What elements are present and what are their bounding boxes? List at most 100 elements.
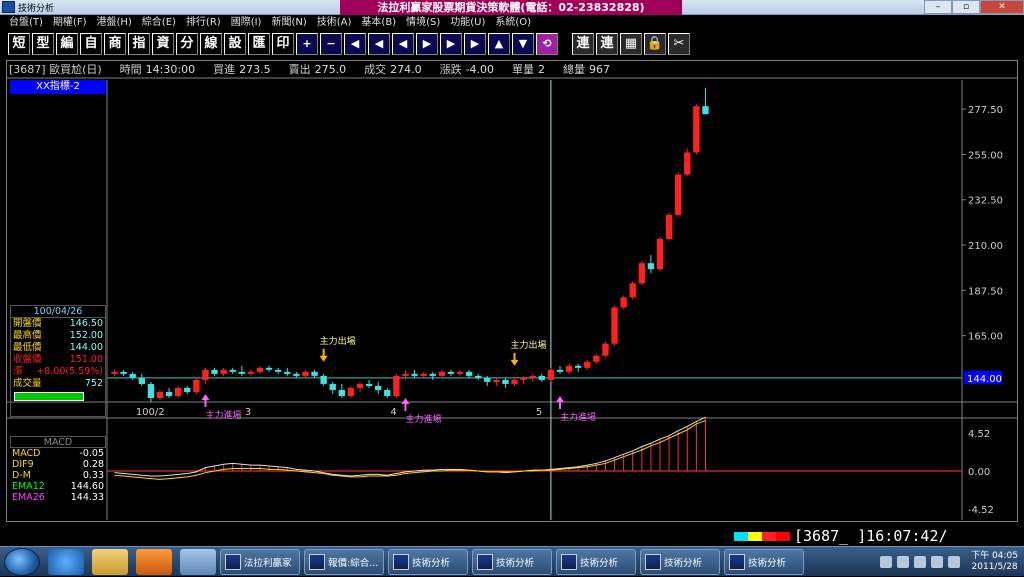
tray-language-icon[interactable] — [880, 556, 893, 568]
minimize-button[interactable]: – — [924, 0, 952, 14]
candle-body — [320, 375, 327, 384]
price-tick-label: 187.50 — [968, 286, 1003, 297]
toolbar-button-5[interactable]: 指 — [128, 33, 150, 55]
menu-item-4[interactable]: 排行(R) — [181, 15, 226, 31]
candle-body — [447, 371, 455, 374]
candle-body — [211, 369, 218, 374]
candle-body — [184, 387, 191, 392]
toolbar-tool-button-3[interactable]: 🔒 — [644, 33, 666, 55]
taskbar-task-button[interactable]: 報價:綜合... — [304, 548, 384, 575]
status-swatch — [734, 531, 748, 541]
toolbar-tool-button-1[interactable]: 連 — [596, 33, 618, 55]
annotation-label: 主力出場 — [511, 339, 547, 351]
toolbar-button-8[interactable]: 線 — [200, 33, 222, 55]
toolbar-button-7[interactable]: 分 — [176, 33, 198, 55]
toolbar-tool-button-4[interactable]: ✂ — [668, 33, 690, 55]
menu-item-7[interactable]: 技術(A) — [312, 15, 357, 31]
clock-date: 2011/5/28 — [971, 562, 1018, 572]
toolbar-nav-button-2[interactable]: ◀ — [344, 33, 366, 55]
tray-flag-icon[interactable] — [914, 556, 927, 568]
task-label: 技術分析 — [748, 557, 787, 569]
toolbar-button-10[interactable]: 匯 — [248, 33, 270, 55]
taskbar-task-button[interactable]: 技術分析 — [388, 548, 468, 575]
taskbar-task-button[interactable]: 技術分析 — [472, 548, 552, 575]
indicator-selector[interactable]: XX指標-2 — [10, 80, 106, 94]
menu-item-8[interactable]: 基本(B) — [356, 15, 401, 31]
menu-item-6[interactable]: 新聞(N) — [266, 15, 311, 31]
candle-body — [111, 371, 118, 374]
menu-item-5[interactable]: 國際(I) — [226, 15, 267, 31]
clock[interactable]: 下午 04:05 2011/5/28 — [971, 551, 1018, 573]
task-app-icon — [645, 553, 661, 570]
entry-arrow-icon — [201, 394, 210, 407]
toolbar-nav-button-0[interactable]: + — [296, 33, 318, 55]
internet-explorer-icon[interactable] — [48, 548, 84, 575]
toolbar-nav-button-4[interactable]: ◀ — [392, 33, 414, 55]
taskbar-task-button[interactable]: 技術分析 — [640, 548, 720, 575]
candle-body — [256, 367, 264, 372]
taskbar-task-button[interactable]: 技術分析 — [556, 548, 636, 575]
toolbar-tool-button-0[interactable]: 連 — [572, 33, 594, 55]
toolbar-button-1[interactable]: 型 — [32, 33, 54, 55]
toolbar-nav-button-1[interactable]: − — [320, 33, 342, 55]
data-row-value: 152.00 — [69, 330, 103, 341]
macd-tick-label: 0.00 — [968, 467, 990, 478]
candle-body — [165, 391, 173, 397]
data-row-label: 成交量 — [13, 378, 42, 389]
toolbar-nav-button-8[interactable]: ▲ — [488, 33, 510, 55]
menu-item-2[interactable]: 港盤(H) — [91, 15, 136, 31]
taskbar-task-button[interactable]: 技術分析 — [724, 548, 804, 575]
toolbar-nav-button-3[interactable]: ◀ — [368, 33, 390, 55]
toolbar-button-9[interactable]: 設 — [224, 33, 246, 55]
task-app-icon — [225, 553, 241, 570]
candle-body — [493, 379, 500, 382]
app-pinned-icon[interactable] — [180, 548, 216, 575]
status-strip: [3687_ ]16:07:42/ — [734, 527, 1024, 545]
app-icon[interactable] — [2, 1, 15, 13]
toolbar-nav-button-5[interactable]: ▶ — [416, 33, 438, 55]
close-button[interactable]: ✕ — [980, 0, 1024, 14]
menu-item-3[interactable]: 綜合(E) — [137, 15, 181, 31]
menu-item-11[interactable]: 系統(O) — [490, 15, 536, 31]
toolbar-button-0[interactable]: 短 — [8, 33, 30, 55]
window-title: 技術分析 — [18, 4, 55, 14]
toolbar-button-4[interactable]: 商 — [104, 33, 126, 55]
toolbar-button-2[interactable]: 編 — [56, 33, 78, 55]
macd-title: MACD — [10, 436, 106, 448]
menu-item-0[interactable]: 台盤(T) — [4, 15, 48, 31]
tray-volume-icon[interactable] — [948, 556, 961, 568]
taskbar-task-button[interactable]: 法拉利贏家 — [220, 548, 300, 575]
time-axis-label: 3 — [245, 407, 251, 418]
candle-body — [575, 365, 582, 368]
maximize-button[interactable]: ▫ — [952, 0, 980, 14]
menu-item-9[interactable]: 情境(S) — [401, 15, 445, 31]
tray-network-icon[interactable] — [931, 556, 944, 568]
toolbar-button-3[interactable]: 自 — [80, 33, 102, 55]
task-app-icon — [393, 553, 409, 570]
tray-help-icon[interactable] — [897, 556, 910, 568]
macd-row-value: 0.28 — [82, 459, 104, 470]
candle-body — [420, 373, 427, 376]
toolbar-nav-button-9[interactable]: ▼ — [512, 33, 534, 55]
annotation-label: 主力進場 — [405, 413, 441, 425]
chart-svg[interactable]: 277.50 255.00 232.50 210.00 187.50 165.00 144.… — [7, 61, 1017, 521]
toolbar-button-11[interactable]: 印 — [272, 33, 294, 55]
menu-item-1[interactable]: 期權(F) — [48, 15, 92, 31]
folder-icon[interactable] — [92, 548, 128, 575]
toolbar-nav-button-10[interactable]: ⟲ — [536, 33, 558, 55]
toolbar-nav-button-7[interactable]: ▶ — [464, 33, 486, 55]
data-row-label: 最低價 — [13, 342, 42, 353]
toolbar-nav-button-6[interactable]: ▶ — [440, 33, 462, 55]
start-button[interactable] — [4, 547, 40, 576]
toolbar-button-6[interactable]: 資 — [152, 33, 174, 55]
candle-body — [475, 375, 482, 378]
task-label: 技術分析 — [412, 557, 451, 569]
toolbar-tool-button-2[interactable]: ▦ — [620, 33, 642, 55]
media-player-icon[interactable] — [136, 548, 172, 575]
time-axis-label: 100/2 — [136, 407, 165, 418]
candle-body — [702, 106, 709, 115]
menu-item-10[interactable]: 功能(U) — [445, 15, 490, 31]
time-axis-label: 5 — [536, 407, 542, 418]
candle-body — [538, 375, 545, 380]
candle-body — [202, 369, 209, 380]
